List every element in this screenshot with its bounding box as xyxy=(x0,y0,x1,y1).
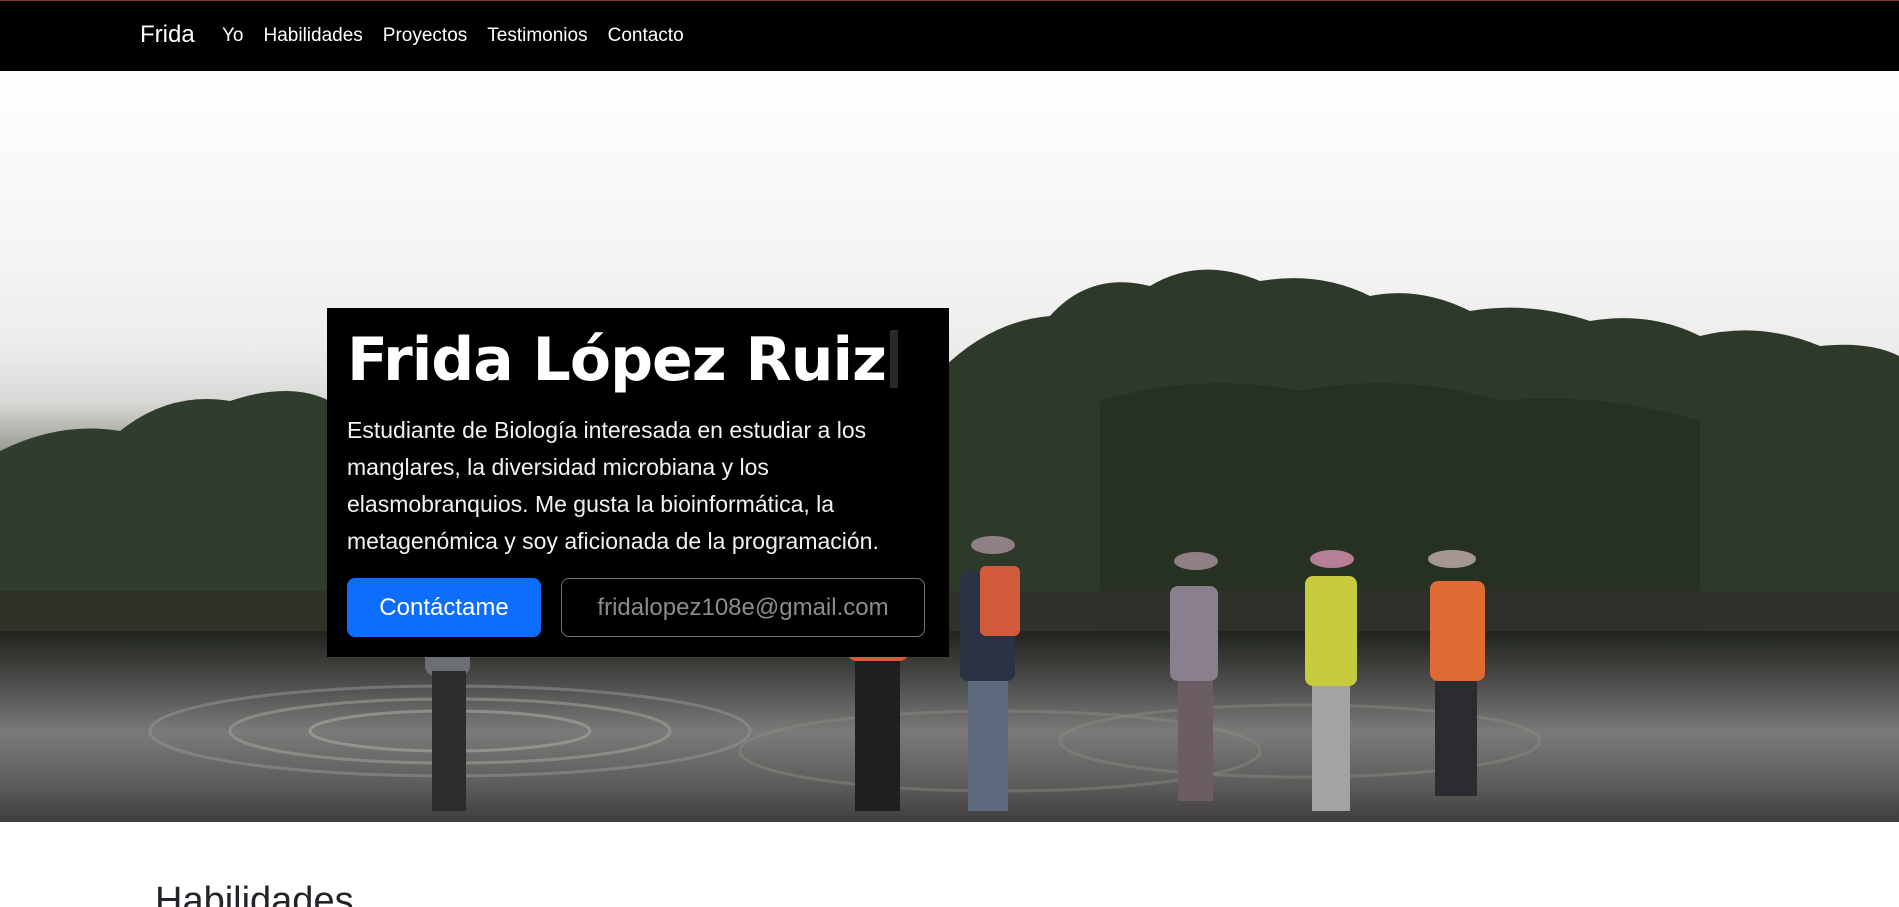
nav-links: Yo Habilidades Proyectos Testimonios Con… xyxy=(222,25,704,47)
hero-title-text: Frida López Ruiz xyxy=(347,325,887,395)
nav-link-habilidades[interactable]: Habilidades xyxy=(264,25,363,47)
hero-background-photo xyxy=(0,269,1899,811)
brand-link[interactable]: Frida xyxy=(140,21,195,49)
top-navbar: Frida Yo Habilidades Proyectos Testimoni… xyxy=(0,0,1899,71)
nav-link-proyectos[interactable]: Proyectos xyxy=(383,25,467,47)
skills-heading: Habilidades xyxy=(155,880,354,907)
hero-title: Frida López Ruiz xyxy=(347,330,898,390)
typing-caret xyxy=(889,330,898,388)
nav-link-contacto[interactable]: Contacto xyxy=(608,25,684,47)
nav-link-testimonios[interactable]: Testimonios xyxy=(487,25,587,47)
nav-link-yo[interactable]: Yo xyxy=(222,25,244,47)
hero-description: Estudiante de Biología interesada en est… xyxy=(347,417,879,554)
hero-section: Frida López Ruiz Estudiante de Biología … xyxy=(0,71,1899,822)
email-button[interactable]: fridalopez108e@gmail.com xyxy=(561,578,925,637)
hero-intro-card: Frida López Ruiz Estudiante de Biología … xyxy=(327,308,949,657)
contact-button[interactable]: Contáctame xyxy=(347,578,541,637)
